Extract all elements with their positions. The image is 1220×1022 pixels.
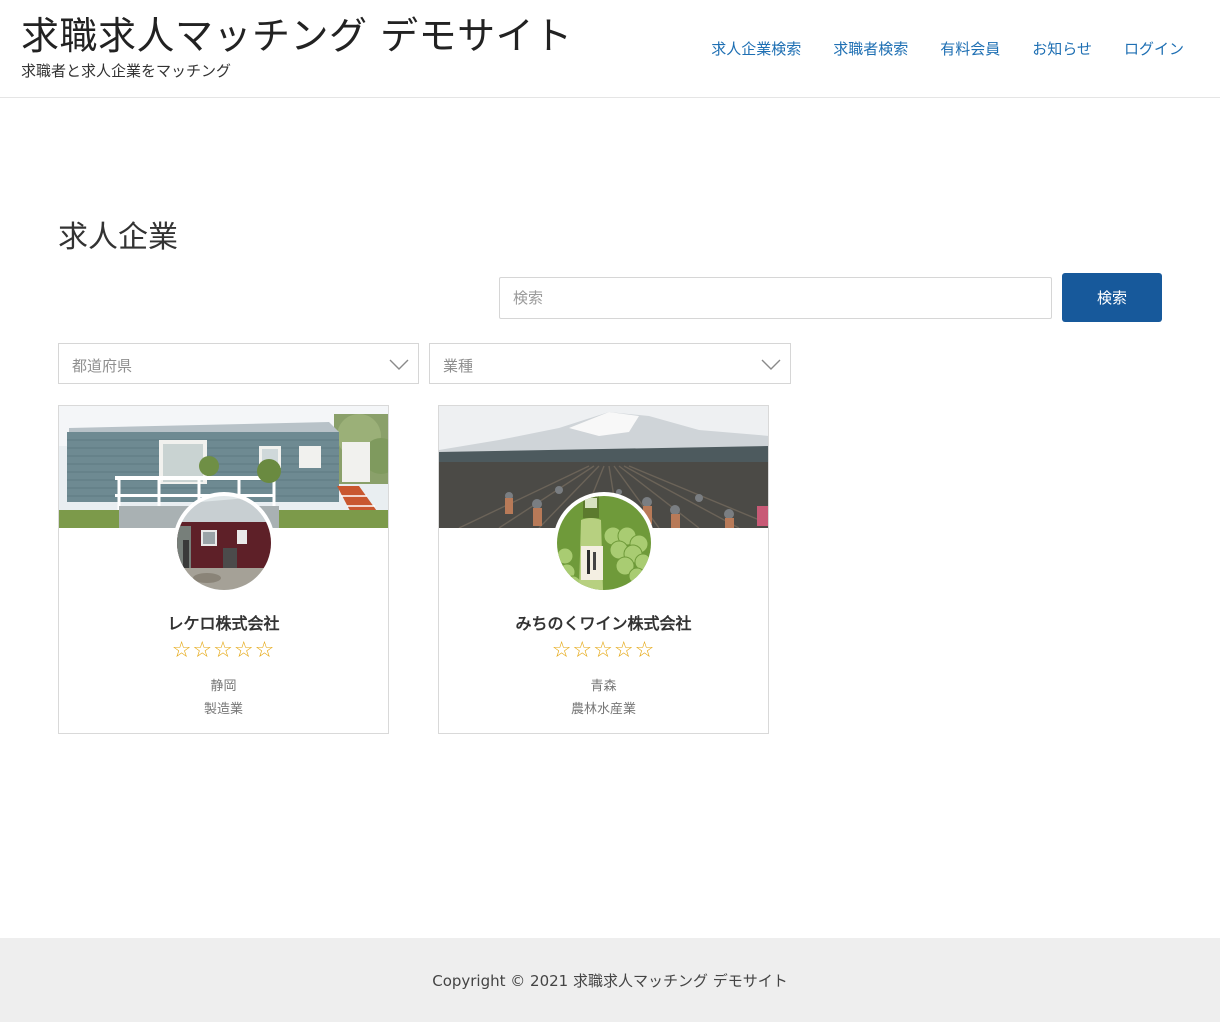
chevron-down-icon (761, 359, 781, 370)
company-card[interactable]: みちのくワイン株式会社 ☆☆☆☆☆ 青森 農林水産業 (438, 405, 769, 734)
search-button[interactable]: 検索 (1062, 273, 1162, 322)
star-outline-icon: ☆☆☆☆☆ (171, 638, 276, 663)
prefecture-select-value: 都道府県 (72, 357, 133, 375)
chevron-down-icon (389, 359, 409, 370)
company-industry: 製造業 (203, 702, 243, 717)
star-outline-icon: ☆☆☆☆☆ (551, 638, 656, 663)
copyright-text: Copyright © 2021 求職求人マッチング デモサイト (432, 972, 788, 990)
company-name[interactable]: みちのくワイン株式会社 (439, 610, 768, 634)
company-location: 静岡 (210, 679, 237, 694)
nav-paid-membership[interactable]: 有料会員 (940, 38, 1000, 59)
company-industry: 農林水産業 (570, 702, 636, 717)
industry-select[interactable]: 業種 (429, 343, 791, 384)
prefecture-select[interactable]: 都道府県 (58, 343, 419, 384)
company-avatar (553, 492, 655, 594)
page-title: 求人企業 (58, 220, 178, 255)
nav-company-search[interactable]: 求人企業検索 (711, 38, 801, 59)
company-card[interactable]: レケロ株式会社 ☆☆☆☆☆ 静岡 製造業 (58, 405, 389, 734)
site-header: 求職求人マッチング デモサイト 求職者と求人企業をマッチング 求人企業検索 求職… (0, 0, 1220, 98)
search-input[interactable] (499, 277, 1052, 319)
nav-jobseeker-search[interactable]: 求職者検索 (833, 38, 908, 59)
nav-news[interactable]: お知らせ (1032, 38, 1092, 59)
site-footer: Copyright © 2021 求職求人マッチング デモサイト (0, 938, 1220, 1022)
nav-login[interactable]: ログイン (1124, 38, 1184, 59)
industry-select-value: 業種 (443, 357, 474, 375)
site-tagline: 求職者と求人企業をマッチング (21, 62, 232, 80)
company-avatar (173, 492, 275, 594)
company-name[interactable]: レケロ株式会社 (59, 610, 388, 634)
main-nav: 求人企業検索 求職者検索 有料会員 お知らせ ログイン (679, 38, 1184, 59)
company-location: 青森 (590, 679, 617, 694)
site-title[interactable]: 求職求人マッチング デモサイト (21, 12, 573, 60)
